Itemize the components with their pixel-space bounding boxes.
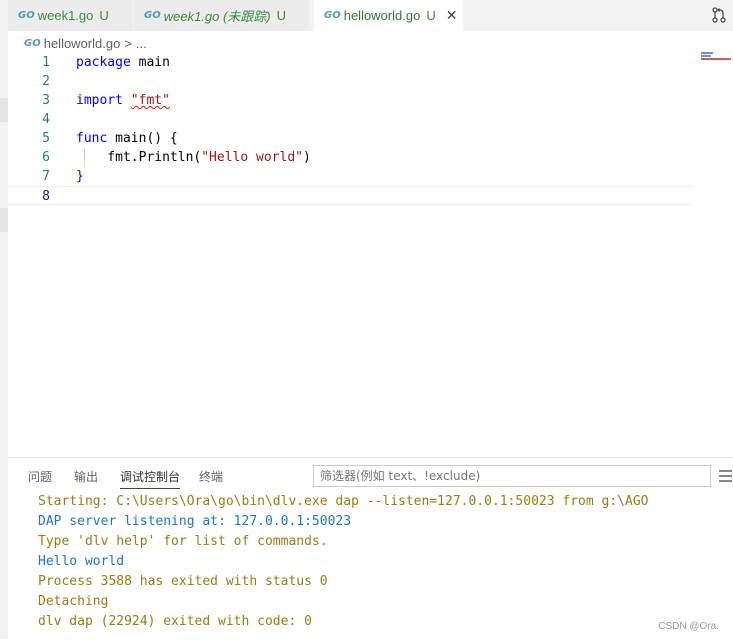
line-number: 7 [42, 169, 50, 184]
console-line: dlv dap (22924) exited with code: 0 [38, 614, 312, 629]
untracked-badge: U [99, 8, 109, 23]
filter-input[interactable]: 筛选器(例如 text、!exclude) [313, 465, 711, 487]
go-file-icon: GO [24, 37, 41, 49]
code-editor[interactable]: 1 package main 2 3 import "fmt" 4 5 func… [8, 53, 698, 453]
tab-label: helloworld.go [343, 8, 421, 23]
code-text: } [76, 169, 84, 184]
untracked-badge: U [426, 8, 436, 23]
tab-debug-console[interactable]: 调试控制台 [120, 468, 181, 489]
code-line: 3 import "fmt" [8, 91, 693, 110]
code-text: func main() { [76, 131, 178, 146]
tab-label: week1.go (未跟踪) [163, 9, 271, 24]
code-text: package main [76, 55, 170, 70]
current-line: 8 [8, 186, 693, 205]
untracked-badge: U [276, 8, 287, 23]
line-number: 3 [42, 93, 50, 108]
go-file-icon: GO [324, 10, 341, 21]
line-number: 1 [42, 55, 50, 70]
word-wrap-icon[interactable] [719, 470, 733, 482]
go-file-icon: GO [18, 10, 35, 21]
debug-console-output: Starting: C:\Users\Ora\go\bin\dlv.exe da… [38, 492, 648, 632]
code-text: import "fmt" [76, 93, 170, 108]
line-number: 6 [42, 150, 50, 165]
line-number: 5 [42, 131, 50, 146]
go-file-icon: GO [144, 10, 161, 21]
tab-terminal[interactable]: 终端 [199, 468, 223, 485]
tab-problems[interactable]: 问题 [28, 468, 52, 485]
tab-bar: GO week1.go U GO week1.go (未跟踪) U GO hel… [8, 0, 733, 31]
panel-tabs: 问题 输出 调试控制台 终端 筛选器(例如 text、!exclude) [8, 458, 733, 492]
import-string: "fmt" [130, 93, 170, 108]
console-line: Type 'dlv help' for list of commands. [38, 534, 328, 549]
tab-output[interactable]: 输出 [74, 468, 98, 485]
console-line: Detaching [38, 594, 109, 609]
tab-helloworld[interactable]: GO helloworld.go U ✕ [314, 0, 464, 31]
code-line: 1 package main [8, 53, 693, 72]
source-control-icon[interactable] [711, 7, 727, 23]
console-line: Process 3588 has exited with status 0 [38, 574, 328, 589]
line-number: 2 [42, 74, 50, 89]
console-line: Hello world [38, 554, 125, 569]
tab-week1-untracked[interactable]: GO week1.go (未跟踪) U [134, 0, 310, 31]
breadcrumb-more[interactable]: ... [136, 36, 147, 51]
code-line: 4 [8, 110, 693, 129]
tab-week1[interactable]: GO week1.go U [8, 0, 134, 31]
code-line: 7 } [8, 167, 693, 186]
watermark: CSDN @Ora. [658, 621, 719, 632]
bottom-panel: 问题 输出 调试控制台 终端 筛选器(例如 text、!exclude) Sta… [8, 457, 733, 640]
console-line: Starting: C:\Users\Ora\go\bin\dlv.exe da… [38, 494, 649, 509]
breadcrumb: GO helloworld.go > ... [8, 31, 733, 55]
code-text: fmt.Println("Hello world") [76, 150, 311, 165]
tab-label: week1.go [37, 8, 94, 23]
code-line: 2 [8, 72, 693, 91]
line-number: 4 [42, 112, 50, 127]
code-line: 5 func main() { [8, 129, 693, 148]
indent-guide [84, 148, 85, 167]
close-icon[interactable]: ✕ [446, 7, 458, 24]
line-number: 8 [42, 189, 50, 204]
code-line: 6 fmt.Println("Hello world") [8, 148, 693, 167]
breadcrumb-file[interactable]: helloworld.go [44, 36, 121, 51]
breadcrumb-separator: > [124, 35, 132, 51]
activity-strip [0, 0, 8, 639]
console-line: DAP server listening at: 127.0.0.1:50023 [38, 514, 352, 529]
minimap[interactable] [701, 52, 733, 66]
